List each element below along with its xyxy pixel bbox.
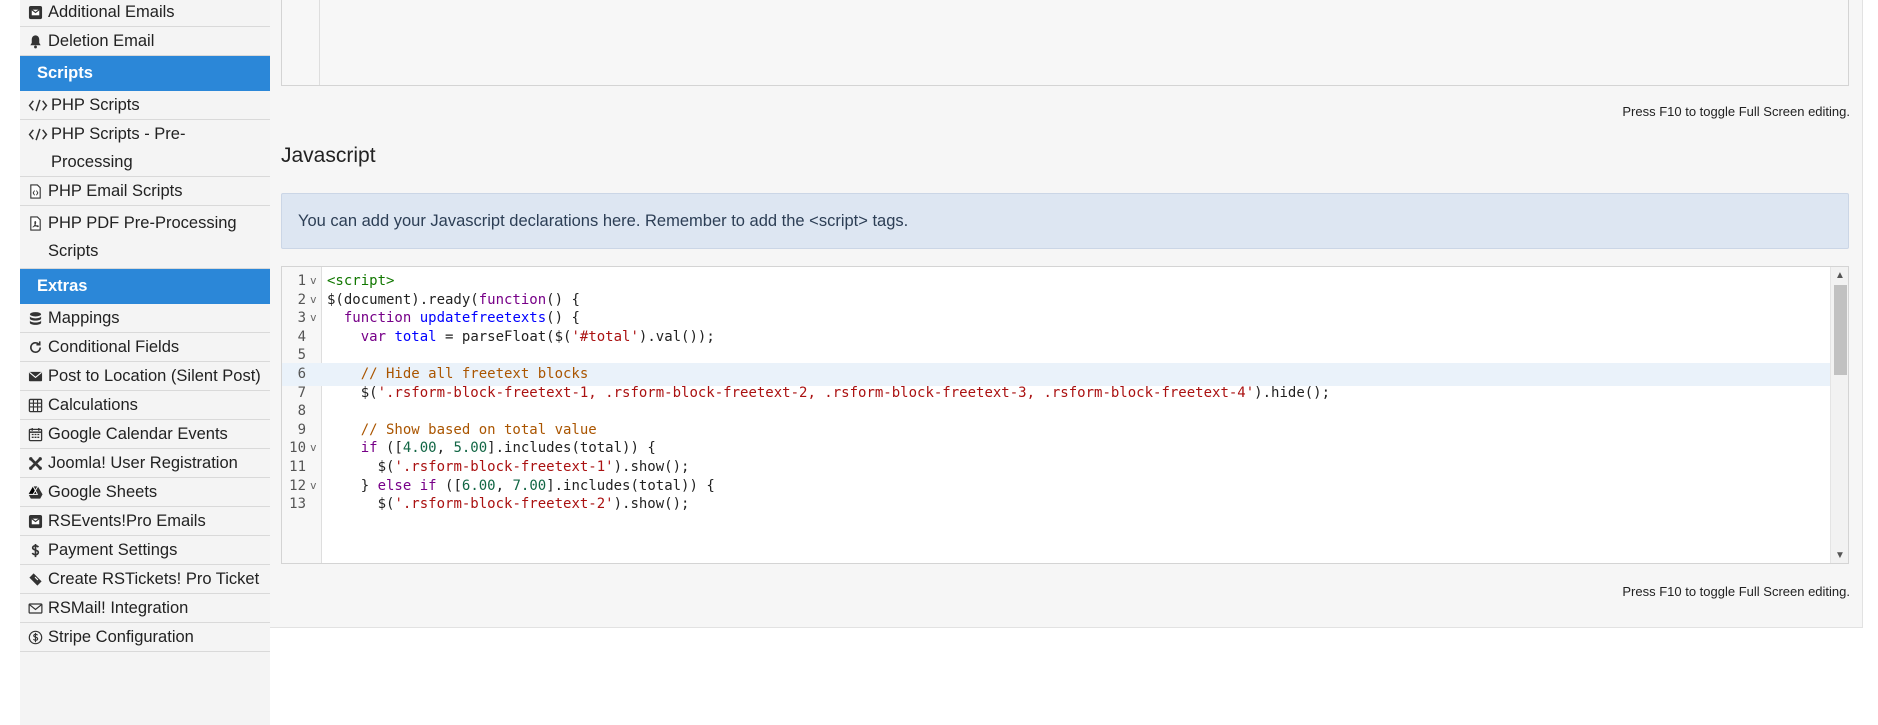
sidebar-item-google-calendar-events[interactable]: Google Calendar Events	[20, 420, 270, 449]
sidebar-item-payment-settings[interactable]: Payment Settings	[20, 536, 270, 565]
google-drive-icon	[28, 478, 46, 506]
ticket-icon	[28, 565, 46, 593]
line-number: 13	[289, 496, 306, 513]
scroll-up-arrow-icon[interactable]: ▲	[1831, 267, 1848, 283]
sidebar-item-google-sheets[interactable]: Google Sheets	[20, 478, 270, 507]
info-alert: You can add your Javascript declarations…	[281, 193, 1849, 249]
calculator-icon	[28, 391, 46, 419]
sidebar-item-php-pdf-pre-processing-scripts[interactable]: PHP PDF Pre-Processing Scripts	[20, 206, 270, 269]
sidebar-item-label: RSEvents!Pro Emails	[48, 512, 206, 530]
sidebar-item-label: Google Sheets	[48, 483, 158, 501]
code-icon	[28, 91, 49, 119]
sidebar: Additional Emails Deletion Email Scripts…	[20, 0, 270, 725]
sidebar-item-calculations[interactable]: Calculations	[20, 391, 270, 420]
envelope-square-icon	[28, 507, 46, 535]
fullscreen-hint: Press F10 to toggle Full Screen editing.	[1622, 104, 1850, 119]
sidebar-item-label: Stripe Configuration	[48, 628, 194, 646]
sidebar-item-php-scripts-pre-processing[interactable]: PHP Scripts - Pre-Processing	[20, 120, 270, 177]
sidebar-item-additional-emails[interactable]: Additional Emails	[20, 0, 270, 27]
database-icon	[28, 304, 46, 332]
code-text: $('.rsform-block-freetext-2').show();	[327, 496, 690, 513]
javascript-code-editor[interactable]: 1 v <script> 2 v $(document).ready(function()…	[281, 266, 1849, 564]
sidebar-item-rsevents-pro-emails[interactable]: RSEvents!Pro Emails	[20, 507, 270, 536]
sidebar-item-post-to-location[interactable]: Post to Location (Silent Post)	[20, 362, 270, 391]
envelope-open-icon	[28, 594, 46, 622]
fullscreen-hint: Press F10 to toggle Full Screen editing.	[1622, 584, 1850, 599]
sidebar-item-label: Post to Location (Silent Post)	[48, 367, 261, 385]
dollar-icon	[28, 536, 46, 564]
sidebar-item-stripe-configuration[interactable]: Stripe Configuration	[20, 623, 270, 652]
sidebar-item-deletion-email[interactable]: Deletion Email	[20, 27, 270, 56]
sidebar-item-label: PHP Email Scripts	[48, 182, 183, 200]
sidebar-item-label: Google Calendar Events	[48, 425, 228, 443]
line-number-gutter	[282, 0, 320, 85]
sidebar-header-scripts: Scripts	[20, 56, 270, 91]
scrollbar-thumb[interactable]	[1834, 285, 1847, 375]
sidebar-item-label: Additional Emails	[48, 3, 175, 21]
sidebar-item-label: Mappings	[48, 309, 120, 327]
code-icon	[28, 120, 49, 148]
sidebar-item-label: Deletion Email	[48, 32, 155, 50]
envelope-icon	[28, 362, 46, 390]
sidebar-item-php-email-scripts[interactable]: PHP Email Scripts	[20, 177, 270, 206]
file-code-icon	[28, 177, 46, 205]
sidebar-item-label: PHP PDF Pre-Processing Scripts	[48, 214, 237, 260]
scroll-down-arrow-icon[interactable]: ▼	[1831, 547, 1848, 563]
sidebar-item-create-rstickets-pro-ticket[interactable]: Create RSTickets! Pro Ticket	[20, 565, 270, 594]
php-code-editor[interactable]	[281, 0, 1849, 86]
envelope-square-icon	[28, 0, 46, 26]
sidebar-item-conditional-fields[interactable]: Conditional Fields	[20, 333, 270, 362]
refresh-icon	[28, 333, 46, 361]
sidebar-item-label: PHP Scripts - Pre-Processing	[51, 125, 186, 171]
sidebar-item-label: Conditional Fields	[48, 338, 180, 356]
sidebar-item-joomla-user-registration[interactable]: Joomla! User Registration	[20, 449, 270, 478]
joomla-icon	[28, 449, 46, 477]
sidebar-header-extras: Extras	[20, 269, 270, 304]
code-line[interactable]: 13 $('.rsform-block-freetext-2').show();	[282, 493, 1830, 516]
sidebar-item-label: Calculations	[48, 396, 138, 414]
stripe-dollar-circle-icon	[28, 623, 46, 651]
sidebar-item-mappings[interactable]: Mappings	[20, 304, 270, 333]
main-panel: Press F10 to toggle Full Screen editing.…	[270, 0, 1863, 628]
section-title-javascript: Javascript	[281, 144, 376, 167]
calendar-icon	[28, 420, 46, 448]
sidebar-item-label: Joomla! User Registration	[48, 454, 238, 472]
bell-icon	[28, 27, 46, 55]
sidebar-item-label: Payment Settings	[48, 541, 178, 559]
sidebar-item-php-scripts[interactable]: PHP Scripts	[20, 91, 270, 120]
sidebar-item-label: PHP Scripts	[51, 96, 140, 114]
sidebar-item-label: Create RSTickets! Pro Ticket	[48, 570, 260, 588]
vertical-scrollbar[interactable]: ▲ ▼	[1830, 267, 1848, 563]
sidebar-item-label: RSMail! Integration	[48, 599, 189, 617]
sidebar-item-rsmail-integration[interactable]: RSMail! Integration	[20, 594, 270, 623]
file-pdf-icon	[28, 209, 46, 237]
